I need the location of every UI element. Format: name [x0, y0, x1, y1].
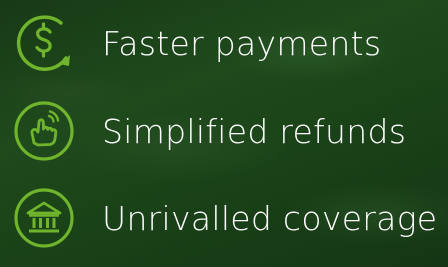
hand-tap-icon	[12, 99, 76, 163]
feature-panel: Faster payments Simplified refunds Unriv…	[0, 0, 448, 267]
bank-icon	[12, 186, 76, 250]
feature-label: Unrivalled coverage	[102, 198, 438, 238]
feature-item-faster-payments: Faster payments	[12, 11, 381, 75]
feature-label: Simplified refunds	[102, 111, 407, 151]
dollar-cycle-icon	[12, 11, 76, 75]
feature-label: Faster payments	[102, 23, 382, 63]
feature-item-unrivalled-coverage: Unrivalled coverage	[12, 186, 437, 250]
feature-item-simplified-refunds: Simplified refunds	[12, 99, 406, 163]
